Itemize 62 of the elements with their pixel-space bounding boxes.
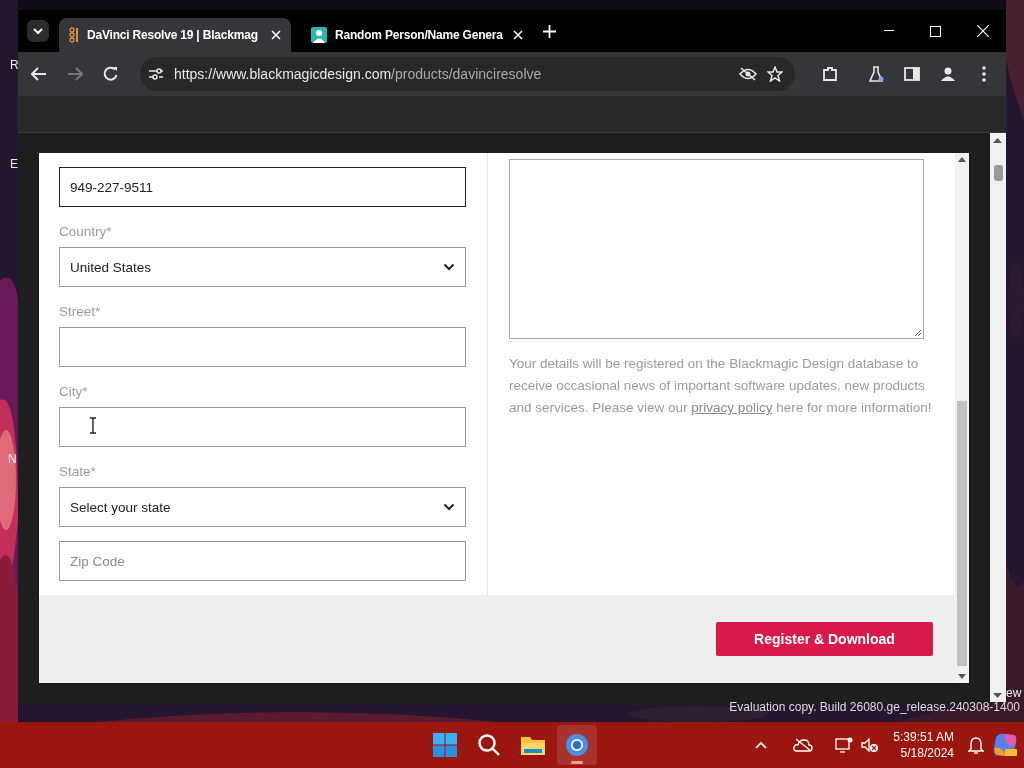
text-field[interactable] — [59, 407, 466, 447]
reload-icon[interactable] — [103, 66, 119, 82]
person-icon — [311, 27, 327, 43]
text-field[interactable] — [59, 327, 466, 367]
chevron-down-icon — [33, 27, 43, 35]
bell-icon[interactable] — [968, 736, 984, 754]
back-arrow-icon[interactable] — [31, 67, 47, 81]
privacy-policy-link[interactable]: privacy policy — [691, 400, 773, 415]
forward-arrow-icon[interactable] — [67, 67, 83, 81]
flask-icon[interactable] — [868, 66, 884, 82]
extensions-icon[interactable] — [822, 66, 838, 82]
resolve-logo-icon — [69, 27, 79, 43]
scrollbar[interactable] — [990, 133, 1006, 702]
field-label: State* — [59, 462, 97, 481]
privacy-notice: Your details will be registered on the Blackmagic Design database to receive occasional news of important software updates, new products and services. Please view our privacy policy here for more information! — [509, 355, 933, 417]
evaluation-watermark: Evaluation copy. Build 26080.ge_release.240308-1400 — [729, 700, 1020, 714]
clock-time[interactable]: 5:39:51 AM — [893, 729, 954, 745]
folder-icon[interactable] — [520, 734, 546, 756]
browser-tab[interactable]: DaVinci Resolve 19 | Blackmag — [59, 18, 291, 52]
volume-muted-icon[interactable] — [861, 737, 880, 753]
scroll-thumb[interactable] — [994, 165, 1003, 181]
scrollbar[interactable] — [955, 153, 969, 683]
chevron-up-icon[interactable] — [755, 741, 768, 749]
scroll-down-icon[interactable] — [958, 674, 966, 679]
close-icon[interactable] — [271, 30, 281, 40]
clock-date[interactable]: 5/18/2024 — [900, 745, 954, 761]
select-field[interactable]: Select your state — [59, 487, 466, 527]
field-label: City* — [59, 382, 89, 401]
scroll-up-icon[interactable] — [958, 157, 966, 162]
resize-grip-icon[interactable] — [914, 329, 922, 337]
search-icon[interactable] — [477, 733, 501, 757]
select-field[interactable]: United States — [59, 247, 466, 287]
text-field[interactable]: 949-227-9511 — [59, 167, 466, 207]
maximize-icon[interactable] — [930, 25, 941, 37]
close-icon[interactable] — [513, 30, 523, 40]
scroll-down-icon[interactable] — [993, 693, 1002, 698]
register-download-button[interactable]: Register & Download — [716, 622, 933, 656]
star-icon[interactable] — [767, 66, 783, 82]
menu-icon[interactable] — [982, 66, 986, 82]
tab-search-button[interactable] — [27, 20, 49, 42]
scroll-thumb[interactable] — [957, 401, 967, 666]
side-panel-icon[interactable] — [904, 67, 920, 81]
site-settings-icon[interactable] — [148, 67, 164, 81]
copilot-icon[interactable] — [992, 732, 1018, 758]
profile-icon[interactable] — [940, 67, 956, 81]
scroll-up-icon[interactable] — [993, 138, 1002, 143]
minimize-icon[interactable] — [883, 30, 894, 32]
chevron-down-icon — [443, 503, 455, 511]
chevron-down-icon — [443, 263, 455, 271]
chrome-icon[interactable] — [565, 733, 589, 757]
field-label: Street* — [59, 302, 102, 321]
text-field[interactable]: Zip Code — [59, 541, 466, 581]
windows-icon[interactable] — [433, 733, 457, 757]
field-label: Country* — [59, 222, 113, 241]
browser-tab[interactable]: Random Person/Name Genera — [301, 18, 533, 52]
address-bar[interactable]: https://www.blackmagicdesign.com/products/davinciresolve — [140, 57, 795, 91]
cloud-off-icon[interactable] — [793, 738, 814, 752]
network-icon[interactable] — [835, 737, 854, 753]
close-icon[interactable] — [976, 25, 989, 37]
url-text: https://www.blackmagicdesign.com/products/davinciresolve — [174, 66, 543, 82]
new-tab-icon[interactable] — [543, 24, 556, 38]
eye-off-icon[interactable] — [739, 67, 757, 81]
